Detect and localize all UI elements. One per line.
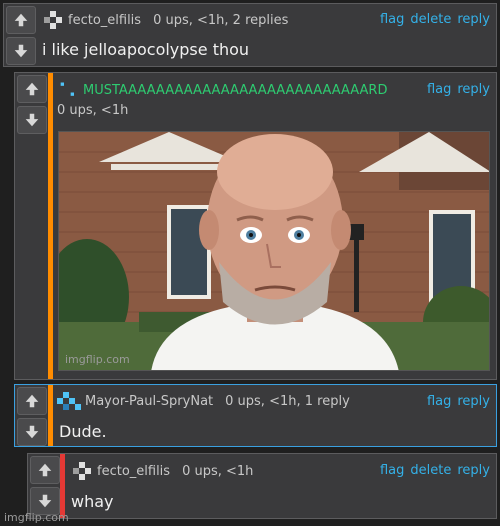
delete-link[interactable]: delete <box>410 463 451 478</box>
username[interactable]: Mayor-Paul-SpryNat <box>85 394 213 409</box>
comment-header: Mayor-Paul-SpryNat 0 ups, <1h, 1 reply <box>57 390 350 412</box>
avatar[interactable] <box>69 460 93 482</box>
vote-controls <box>17 387 47 449</box>
comment-actions: flag reply <box>421 394 490 409</box>
upvote-button[interactable] <box>30 456 60 484</box>
upvote-button[interactable] <box>6 6 36 34</box>
arrow-up-icon <box>38 463 52 477</box>
thread-accent-bar <box>60 454 65 518</box>
arrow-up-icon <box>25 82 39 96</box>
vote-controls <box>30 456 60 518</box>
delete-link[interactable]: delete <box>410 12 451 27</box>
vote-controls <box>6 6 36 68</box>
avatar[interactable] <box>57 390 81 412</box>
comment-body: i like jelloapocolypse thou <box>42 40 250 59</box>
flag-link[interactable]: flag <box>380 12 404 27</box>
reply-link[interactable]: reply <box>457 82 490 97</box>
thread-accent-bar <box>48 73 53 379</box>
username[interactable]: fecto_elfilis <box>97 464 170 479</box>
downvote-button[interactable] <box>17 106 47 134</box>
comment-meta: 0 ups, <1h <box>57 103 129 118</box>
downvote-button[interactable] <box>6 37 36 65</box>
avatar[interactable] <box>40 9 64 31</box>
arrow-down-icon <box>38 494 52 508</box>
comment-meta: 0 ups, <1h <box>182 463 254 479</box>
comment-meta: 0 ups, <1h, 1 reply <box>225 393 350 409</box>
comment-actions: flag delete reply <box>374 463 490 478</box>
site-watermark: imgflip.com <box>4 511 69 524</box>
reply-link[interactable]: reply <box>457 394 490 409</box>
reply-link[interactable]: reply <box>457 12 490 27</box>
reply-link[interactable]: reply <box>457 463 490 478</box>
arrow-up-icon <box>25 394 39 408</box>
comment-4: fecto_elfilis 0 ups, <1h flag delete reply… <box>27 453 497 519</box>
arrow-down-icon <box>14 44 28 58</box>
comment-1: fecto_elfilis 0 ups, <1h, 2 replies flag… <box>3 3 497 67</box>
comment-header: MUSTAAAAAAAAAAAAAAAAAAAAAAAAAAARD <box>59 79 387 101</box>
meme-photo <box>59 132 489 370</box>
downvote-button[interactable] <box>17 418 47 446</box>
upvote-button[interactable] <box>17 387 47 415</box>
comment-meta: 0 ups, <1h, 2 replies <box>153 12 289 28</box>
username[interactable]: MUSTAAAAAAAAAAAAAAAAAAAAAAAAAAARD <box>83 83 387 98</box>
comment-actions: flag reply <box>421 82 490 97</box>
comment-actions: flag delete reply <box>374 12 490 27</box>
username[interactable]: fecto_elfilis <box>68 13 141 28</box>
flag-link[interactable]: flag <box>427 394 451 409</box>
vote-controls <box>17 75 47 137</box>
avatar[interactable] <box>59 79 79 101</box>
comment-body: Dude. <box>59 422 107 441</box>
comment-header: fecto_elfilis 0 ups, <1h <box>69 460 253 482</box>
thread-accent-bar <box>48 385 53 446</box>
flag-link[interactable]: flag <box>427 82 451 97</box>
image-watermark: imgflip.com <box>65 353 130 366</box>
comment-image[interactable]: imgflip.com <box>58 131 490 371</box>
flag-link[interactable]: flag <box>380 463 404 478</box>
upvote-button[interactable] <box>17 75 47 103</box>
comment-3: Mayor-Paul-SpryNat 0 ups, <1h, 1 reply f… <box>14 384 497 447</box>
arrow-down-icon <box>25 113 39 127</box>
comment-body: whay <box>71 492 114 511</box>
arrow-down-icon <box>25 425 39 439</box>
arrow-up-icon <box>14 13 28 27</box>
comment-header: fecto_elfilis 0 ups, <1h, 2 replies <box>40 9 288 31</box>
